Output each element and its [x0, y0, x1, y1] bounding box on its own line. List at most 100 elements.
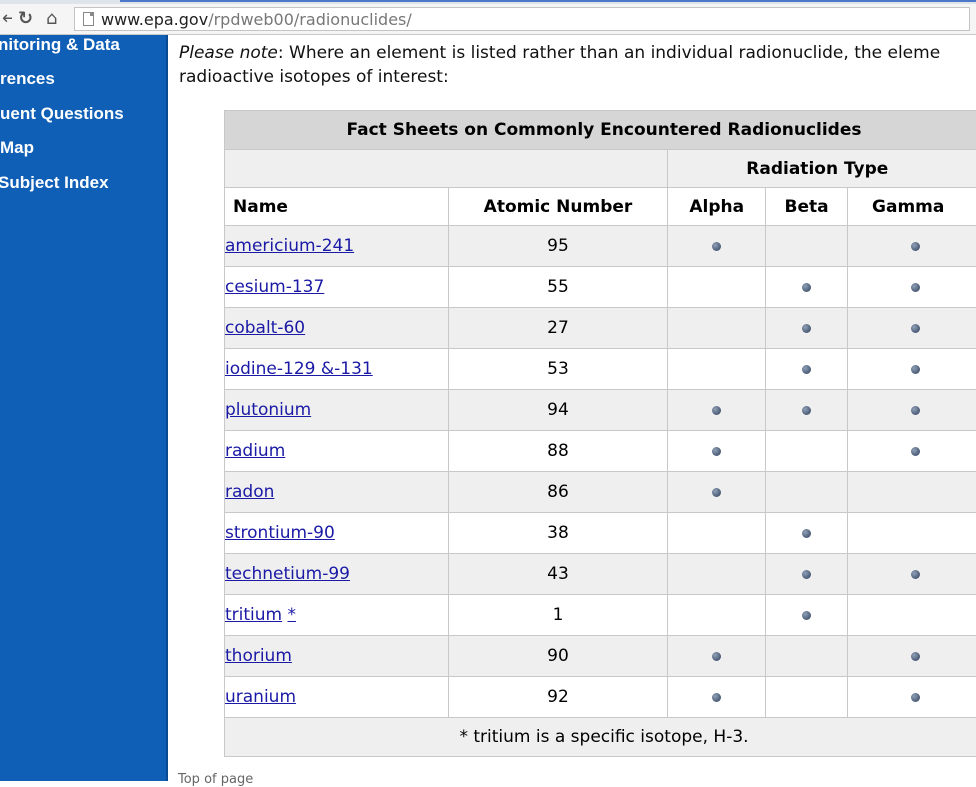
- beta-cell: [766, 226, 848, 267]
- beta-cell: [766, 472, 848, 513]
- note-line1: : Where an element is listed rather than…: [278, 43, 940, 63]
- nuclide-link[interactable]: strontium-90: [225, 523, 335, 543]
- col-header-atomic-number: Atomic Number: [448, 188, 668, 226]
- alpha-cell: [668, 349, 766, 390]
- radiation-dot-icon: [802, 529, 811, 538]
- gamma-cell: [848, 595, 976, 636]
- atomic-number-cell: 38: [448, 513, 668, 554]
- radiation-dot-icon: [712, 693, 721, 702]
- atomic-number-cell: 88: [448, 431, 668, 472]
- nuclide-link[interactable]: americium-241: [225, 236, 354, 256]
- home-icon[interactable]: ⌂: [46, 8, 57, 30]
- radiation-dot-icon: [911, 324, 920, 333]
- beta-cell: [766, 390, 848, 431]
- atomic-number-cell: 27: [448, 308, 668, 349]
- radiation-dot-icon: [911, 693, 920, 702]
- gamma-cell: [848, 226, 976, 267]
- nuclide-link[interactable]: technetium-99: [225, 564, 350, 584]
- alpha-cell: [668, 308, 766, 349]
- sidebar-item-subject-index[interactable]: Subject Index: [0, 173, 109, 193]
- back-arrow-icon[interactable]: ←: [2, 8, 12, 30]
- nuclide-link[interactable]: cobalt-60: [225, 318, 305, 338]
- gamma-cell: [848, 390, 976, 431]
- radiation-dot-icon: [911, 365, 920, 374]
- please-note-paragraph: Please note: Where an element is listed …: [179, 41, 976, 89]
- nuclide-link[interactable]: thorium: [225, 646, 292, 666]
- col-header-alpha: Alpha: [668, 188, 766, 226]
- table-row: cesium-137 55: [225, 267, 976, 308]
- nuclide-name-cell: tritium *: [225, 595, 449, 636]
- radionuclide-fact-table: Fact Sheets on Commonly Encountered Radi…: [224, 110, 976, 757]
- gamma-cell: [848, 308, 976, 349]
- beta-cell: [766, 308, 848, 349]
- table-row: tritium *1: [225, 595, 976, 636]
- reload-icon[interactable]: ↻: [18, 8, 33, 30]
- beta-cell: [766, 267, 848, 308]
- page-icon: [83, 12, 94, 26]
- nuclide-name-cell: radium: [225, 431, 449, 472]
- table-footnote: * tritium is a specific isotope, H-3.: [225, 718, 976, 757]
- radiation-dot-icon: [712, 652, 721, 661]
- sidebar-item-site-map[interactable]: Map: [0, 138, 34, 158]
- col-header-name: Name: [225, 188, 449, 226]
- table-row: iodine-129 &-131 53: [225, 349, 976, 390]
- nuclide-link[interactable]: radium: [225, 441, 285, 461]
- nuclide-link[interactable]: iodine-129 &-131: [225, 359, 373, 379]
- radiation-dot-icon: [712, 447, 721, 456]
- radiation-dot-icon: [712, 242, 721, 251]
- col-header-gamma: Gamma: [848, 188, 976, 226]
- alpha-cell: [668, 636, 766, 677]
- table-row: thorium 90: [225, 636, 976, 677]
- url-text[interactable]: www.epa.gov/rpdweb00/radionuclides/: [101, 10, 412, 29]
- beta-cell: [766, 554, 848, 595]
- nuclide-link[interactable]: plutonium: [225, 400, 311, 420]
- footnote-link[interactable]: *: [288, 605, 297, 625]
- url-path: /rpdweb00/radionuclides/: [208, 10, 412, 29]
- radiation-dot-icon: [802, 611, 811, 620]
- address-bar[interactable]: www.epa.gov/rpdweb00/radionuclides/: [74, 7, 970, 31]
- atomic-number-cell: 95: [448, 226, 668, 267]
- beta-cell: [766, 513, 848, 554]
- nuclide-name-cell: thorium: [225, 636, 449, 677]
- radiation-dot-icon: [911, 406, 920, 415]
- beta-cell: [766, 595, 848, 636]
- nuclide-link[interactable]: uranium: [225, 687, 296, 707]
- sidebar-item-monitoring-data[interactable]: nitoring & Data: [0, 35, 120, 55]
- gamma-cell: [848, 636, 976, 677]
- nuclide-link[interactable]: radon: [225, 482, 274, 502]
- nuclide-name-cell: cobalt-60: [225, 308, 449, 349]
- atomic-number-cell: 90: [448, 636, 668, 677]
- gamma-cell: [848, 554, 976, 595]
- alpha-cell: [668, 267, 766, 308]
- sidebar-item-frequent-questions[interactable]: uent Questions: [0, 104, 124, 124]
- table-row: technetium-9943: [225, 554, 976, 595]
- table-body: americium-24195cesium-13755cobalt-6027io…: [225, 226, 976, 718]
- table-row: cobalt-60 27: [225, 308, 976, 349]
- nuclide-name-cell: americium-241: [225, 226, 449, 267]
- col-header-beta: Beta: [766, 188, 848, 226]
- note-label: Please note: [179, 43, 278, 63]
- top-of-page-link[interactable]: Top of page: [178, 772, 253, 787]
- alpha-cell: [668, 595, 766, 636]
- nuclide-link[interactable]: tritium: [225, 605, 282, 625]
- atomic-number-cell: 92: [448, 677, 668, 718]
- alpha-cell: [668, 431, 766, 472]
- radiation-dot-icon: [911, 447, 920, 456]
- alpha-cell: [668, 390, 766, 431]
- atomic-number-cell: 53: [448, 349, 668, 390]
- beta-cell: [766, 677, 848, 718]
- gamma-cell: [848, 677, 976, 718]
- nuclide-name-cell: cesium-137: [225, 267, 449, 308]
- nuclide-name-cell: uranium: [225, 677, 449, 718]
- beta-cell: [766, 349, 848, 390]
- group-header-spacer: [225, 150, 668, 188]
- nuclide-name-cell: iodine-129 &-131: [225, 349, 449, 390]
- nuclide-link[interactable]: cesium-137: [225, 277, 324, 297]
- sidebar-item-references[interactable]: rences: [0, 69, 55, 89]
- atomic-number-cell: 55: [448, 267, 668, 308]
- gamma-cell: [848, 267, 976, 308]
- note-line2: radioactive isotopes of interest:: [179, 67, 449, 87]
- table-row: plutonium94: [225, 390, 976, 431]
- beta-cell: [766, 431, 848, 472]
- gamma-cell: [848, 513, 976, 554]
